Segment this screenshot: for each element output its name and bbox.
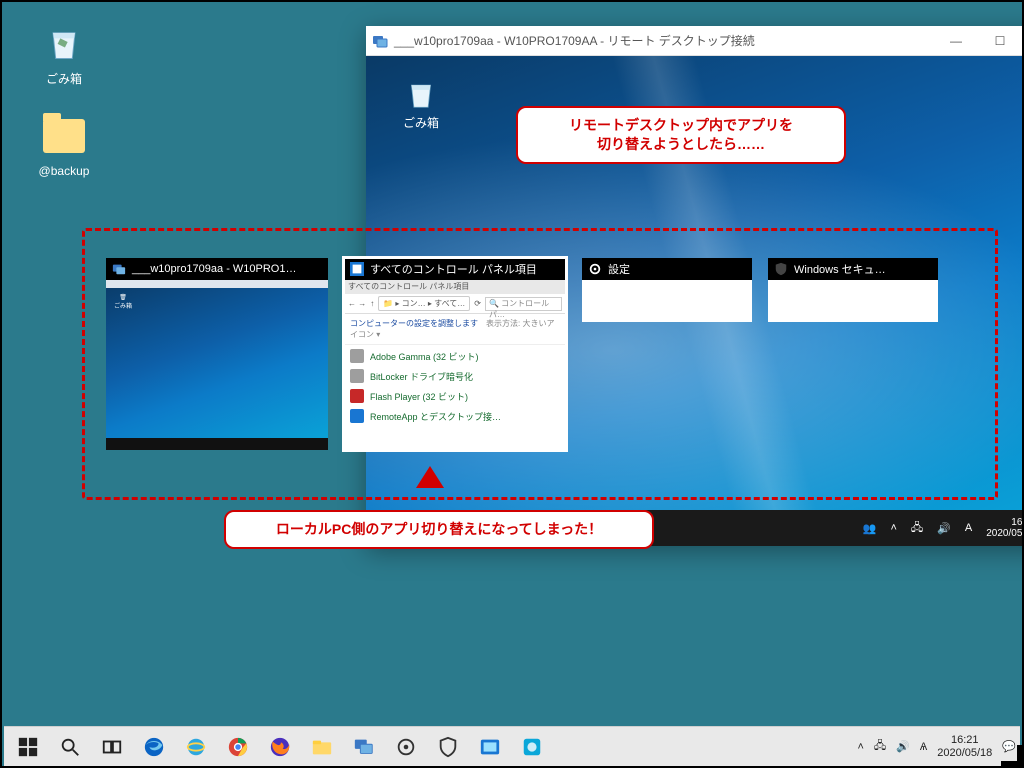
annotation-callout-top: リモートデスクトップ内でアプリを 切り替えようとしたら…… [516, 106, 846, 164]
rdp-icon [112, 262, 126, 276]
network-icon[interactable]: 🖧 [911, 519, 923, 538]
taskbar-app-rdp[interactable] [344, 727, 384, 767]
thumb-preview [768, 280, 938, 322]
network-icon[interactable]: 🖧 [874, 737, 886, 756]
switcher-thumb-windows-security[interactable]: Windows セキュ… [768, 258, 938, 450]
ime-icon[interactable]: A [965, 522, 972, 534]
taskview-button[interactable] [92, 727, 132, 767]
thumb-title-text: ___w10pro1709aa - W10PRO1… [132, 263, 296, 275]
rdp-icon [372, 33, 388, 49]
rdp-titlebar[interactable]: ___w10pro1709aa - W10PRO1709AA - リモート デス… [366, 26, 1024, 56]
taskbar-app-security[interactable] [428, 727, 468, 767]
taskbar-app-edge[interactable] [134, 727, 174, 767]
alt-tab-switcher[interactable]: ___w10pro1709aa - W10PRO1… 🗑ごみ箱 すべてのコントロ… [106, 258, 938, 450]
thumb-preview [582, 280, 752, 322]
people-icon[interactable]: 👥 [863, 522, 877, 535]
desktop-icon-recycle-bin[interactable]: ごみ箱 [24, 18, 104, 87]
volume-icon[interactable]: 🔊 [937, 522, 951, 535]
maximize-button[interactable]: ☐ [978, 27, 1022, 55]
tray-caret-icon[interactable]: ˄ [857, 741, 863, 753]
icon-label: ごみ箱 [24, 70, 104, 87]
tray-caret-icon[interactable]: ˄ [890, 522, 896, 534]
taskbar-clock[interactable]: 16:21 2020/05/18 [937, 734, 992, 759]
volume-icon[interactable]: 🔊 [896, 740, 910, 753]
shield-icon [774, 262, 788, 276]
annotation-callout-bottom: ローカルPC側のアプリ切り替えになってしまった！ [224, 510, 654, 549]
thumb-title-text: 設定 [608, 261, 630, 277]
desktop-icon-backup-folder[interactable]: @backup [24, 112, 104, 178]
remote-clock[interactable]: 16:21 2020/05/18 [986, 517, 1024, 540]
control-panel-icon [350, 262, 364, 276]
thumb-preview: 🗑ごみ箱 [106, 280, 328, 450]
remote-desktop-icon-recycle-bin[interactable]: ごみ箱 [386, 74, 456, 131]
taskbar-app-firefox[interactable] [260, 727, 300, 767]
recycle-bin-icon [40, 18, 88, 66]
local-taskbar[interactable]: ˄ 🖧 🔊 Ѧ 16:21 2020/05/18 💬 [4, 726, 1020, 766]
system-tray[interactable]: ˄ 🖧 🔊 Ѧ 16:21 2020/05/18 💬 [857, 734, 1016, 759]
taskbar-app-settings[interactable] [386, 727, 426, 767]
thumb-title-text: すべてのコントロール パネル項目 [370, 261, 537, 277]
taskbar-app-explorer[interactable] [302, 727, 342, 767]
switcher-thumb-settings[interactable]: 設定 [582, 258, 752, 450]
switcher-thumb-control-panel[interactable]: すべてのコントロール パネル項目 すべてのコントロール パネル項目 ← →↑ 📁… [344, 258, 566, 450]
switcher-thumb-rdp[interactable]: ___w10pro1709aa - W10PRO1… 🗑ごみ箱 [106, 258, 328, 450]
search-button[interactable] [50, 727, 90, 767]
folder-icon [40, 112, 88, 160]
icon-label: @backup [24, 164, 104, 178]
thumb-title-text: Windows セキュ… [794, 261, 886, 277]
taskbar-app-ie[interactable] [176, 727, 216, 767]
action-center-icon[interactable]: 💬 [1002, 740, 1016, 753]
minimize-button[interactable]: ― [934, 27, 978, 55]
gear-icon [588, 262, 602, 276]
taskbar-app-generic[interactable] [512, 727, 552, 767]
rdp-title: ___w10pro1709aa - W10PRO1709AA - リモート デス… [394, 32, 934, 49]
icon-label: ごみ箱 [386, 114, 456, 131]
thumb-preview: すべてのコントロール パネル項目 ← →↑ 📁 ▸ コン… ▸ すべて… ⟳ 🔍… [344, 280, 566, 450]
start-button[interactable] [8, 727, 48, 767]
ime-icon[interactable]: Ѧ [920, 741, 927, 753]
taskbar-app-chrome[interactable] [218, 727, 258, 767]
taskbar-app-control-panel[interactable] [470, 727, 510, 767]
annotation-arrow [416, 466, 444, 488]
